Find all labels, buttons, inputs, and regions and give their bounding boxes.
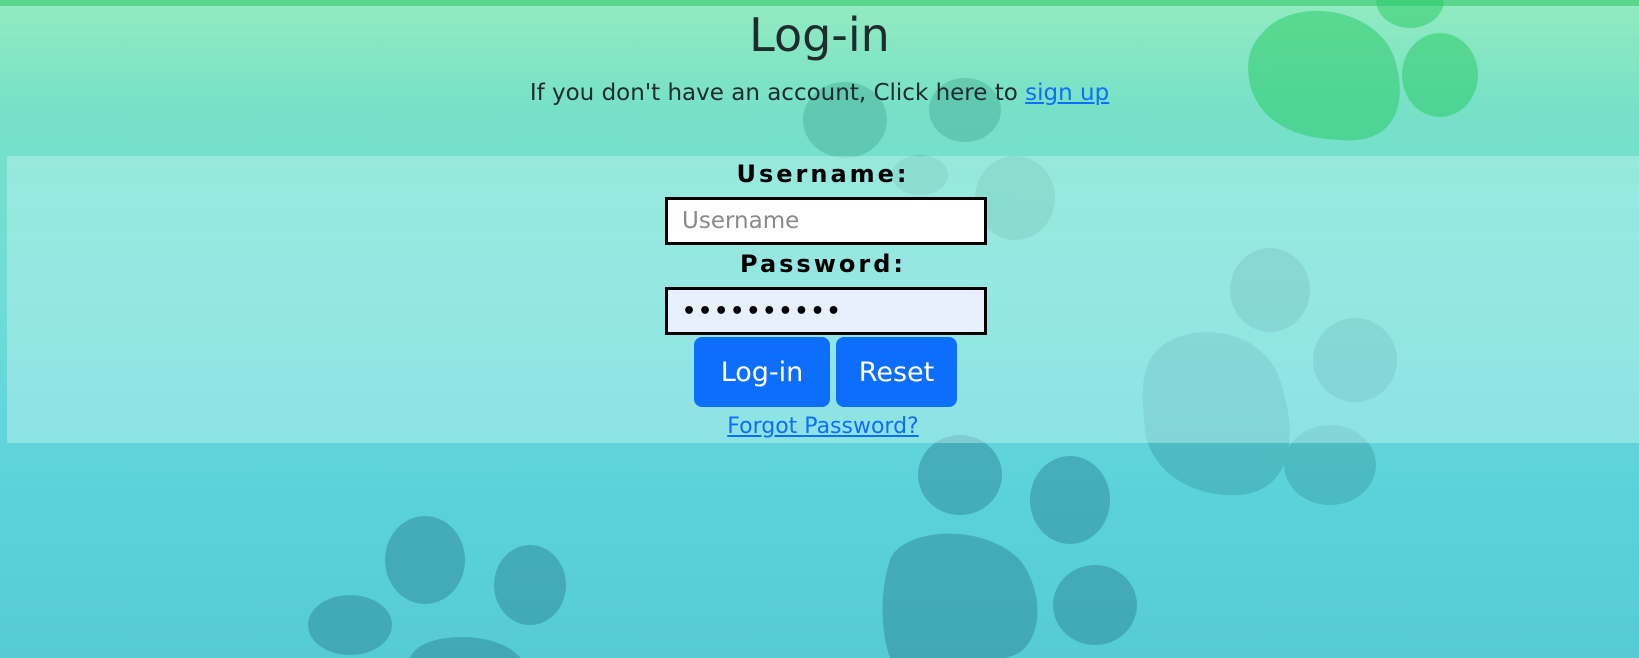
- signup-prompt-text: If you don't have an account, Click here…: [529, 80, 1026, 106]
- paw-print-lower-middle: [882, 435, 1137, 658]
- login-form-panel: Username: Password: Log-in Reset Forgot …: [7, 156, 1639, 443]
- signup-link[interactable]: sign up: [1025, 80, 1109, 106]
- page-title: Log-in: [749, 8, 890, 62]
- password-input[interactable]: [665, 287, 987, 335]
- paw-print-lower-left: [308, 516, 566, 658]
- username-label: Username:: [736, 160, 910, 188]
- password-label: Password:: [740, 250, 906, 278]
- username-input[interactable]: [665, 197, 987, 245]
- forgot-password-link[interactable]: Forgot Password?: [7, 414, 1639, 439]
- signup-prompt: If you don't have an account, Click here…: [0, 80, 1639, 106]
- login-button[interactable]: Log-in: [694, 337, 830, 407]
- reset-button[interactable]: Reset: [836, 337, 957, 407]
- header: Log-in If you don't have an account, Cli…: [0, 0, 1639, 150]
